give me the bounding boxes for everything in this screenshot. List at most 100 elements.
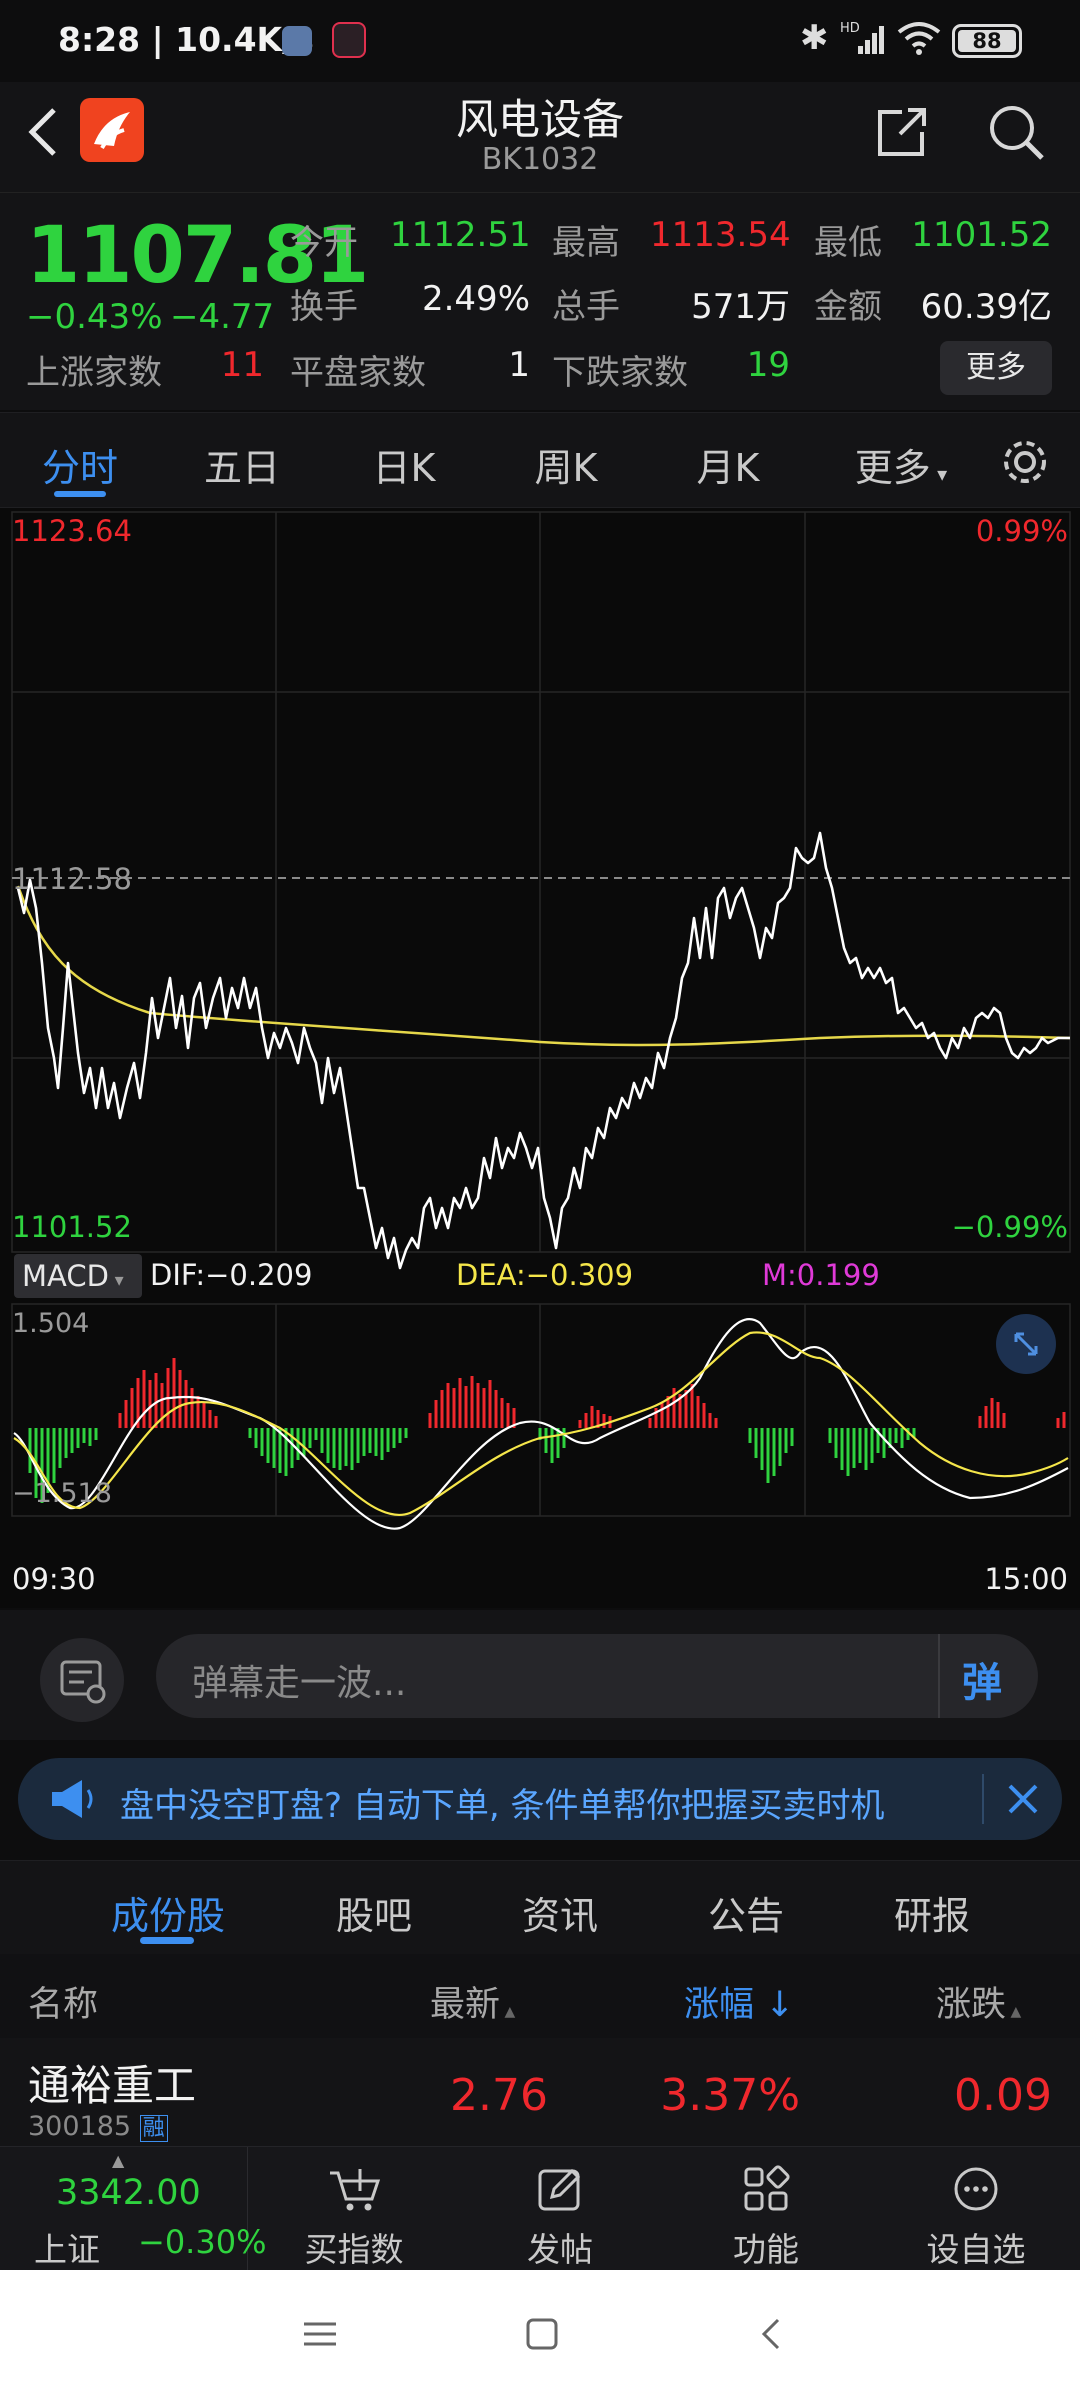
danmaku-placeholder: 弹幕走一波...: [192, 1663, 407, 1704]
sort-icon: ▲: [1006, 2004, 1022, 2020]
stock-change-pct: 3.37%: [660, 2070, 800, 2121]
dropdown-arrow-icon: ▾: [930, 462, 948, 486]
tab-more[interactable]: 更多 ▾: [826, 437, 976, 492]
promo-banner[interactable]: 盘中没空盯盘? 自动下单, 条件单帮你把握买卖时机: [18, 1758, 1062, 1840]
danmaku-list-icon[interactable]: [40, 1638, 124, 1722]
status-bar: 8:28 | 10.4K/s ✱ HD 88: [0, 0, 1080, 82]
more-button[interactable]: 更多: [940, 341, 1052, 395]
col-change-pct[interactable]: 涨幅 ↓: [684, 1976, 794, 2027]
price-max-label: 1123.64: [12, 514, 132, 548]
add-watchlist-button[interactable]: 设自选: [906, 2165, 1046, 2271]
battery-icon: 88: [952, 24, 1022, 58]
danmaku-bar: 弹幕走一波... 弹: [0, 1610, 1080, 1740]
back-nav-icon[interactable]: [752, 2314, 792, 2358]
bluetooth-icon: ✱: [800, 18, 829, 58]
m-value: M:0.199: [762, 1258, 880, 1292]
svg-text:HD: HD: [840, 21, 860, 36]
tab-announcements[interactable]: 公告: [666, 1885, 826, 1940]
bottom-bar: ▲ 3342.00 上证 −0.30% 买指数 发帖 功能 设自选: [0, 2146, 1080, 2271]
edit-icon: [538, 2168, 581, 2211]
change-amount: −4.77: [170, 297, 275, 337]
up-count-label: 上涨家数: [26, 353, 162, 393]
post-label: 发帖: [527, 2230, 593, 2269]
pct-max-label: 0.99%: [975, 514, 1068, 548]
time-start-label: 09:30: [12, 1562, 96, 1596]
down-count-value: 19: [746, 345, 790, 385]
divider: [982, 1774, 984, 1824]
tab-intraday[interactable]: 分时: [10, 437, 150, 492]
table-header: 名称 最新 ▲ 涨幅 ↓ 涨跌 ▲: [0, 1954, 1080, 2038]
index-ticker[interactable]: ▲ 3342.00 上证 −0.30%: [0, 2147, 266, 2271]
tab-news[interactable]: 资讯: [480, 1885, 640, 1940]
quote-panel: 1107.81 −0.43% −4.77 今开 1112.51 最高 1113.…: [0, 192, 1080, 410]
low-value: 1101.52: [911, 215, 1052, 255]
tiktok-notification-icon: [332, 22, 366, 58]
open-value: 1112.51: [390, 215, 531, 255]
macd-histogram: [28, 1358, 1066, 1503]
menu-icon[interactable]: [300, 2314, 340, 2358]
table-row[interactable]: 通裕重工 300185 融 2.76 3.37% 0.09: [0, 2038, 1080, 2146]
tab-weekly-k[interactable]: 周K: [496, 437, 636, 492]
functions-button[interactable]: 功能: [696, 2165, 836, 2271]
close-icon[interactable]: [1002, 1778, 1044, 1824]
macd-grid: [11, 1303, 1071, 1517]
flat-count-value: 1: [508, 345, 530, 385]
index-name: 上证: [34, 2230, 100, 2269]
turnover-label: 换手: [290, 287, 358, 327]
tab-monthly-k[interactable]: 月K: [658, 437, 798, 492]
tab-daily-k[interactable]: 日K: [334, 437, 474, 492]
expand-icon[interactable]: [996, 1314, 1056, 1374]
banner-text: 盘中没空盯盘? 自动下单, 条件单帮你把握买卖时机: [120, 1786, 885, 1826]
tab-forum[interactable]: 股吧: [294, 1885, 454, 1940]
macd-max-label: 1.504: [12, 1308, 90, 1339]
post-button[interactable]: 发帖: [490, 2165, 630, 2271]
price-min-label: 1101.52: [12, 1210, 132, 1244]
buy-index-button[interactable]: 买指数: [284, 2165, 424, 2271]
sort-icon: ▲: [500, 2004, 516, 2020]
wifi-icon: [896, 20, 942, 60]
status-time: 8:28 | 10.4K/s: [58, 20, 314, 59]
tab-five-day[interactable]: 五日: [172, 437, 312, 492]
share-icon[interactable]: [872, 102, 932, 166]
low-label: 最低: [814, 223, 882, 263]
search-icon[interactable]: [984, 100, 1048, 168]
tab-research[interactable]: 研报: [852, 1885, 1012, 1940]
price-line: [16, 831, 1070, 1270]
danmaku-input[interactable]: 弹幕走一波... 弹: [156, 1634, 1038, 1718]
cart-icon: [330, 2169, 381, 2211]
pct-min-label: −0.99%: [951, 1210, 1068, 1244]
dropdown-arrow-icon: ▾: [108, 1270, 124, 1291]
add-watchlist-label: 设自选: [926, 2230, 1026, 2269]
price-grid: [11, 511, 1071, 1253]
up-count-value: 11: [220, 345, 264, 385]
danmaku-send-button[interactable]: 弹: [962, 1650, 1002, 1708]
settings-gear-icon[interactable]: [996, 433, 1054, 495]
grid-icon: [744, 2165, 790, 2211]
divider: [938, 1634, 940, 1718]
stock-latest: 2.76: [450, 2070, 548, 2121]
period-tabs: 分时 五日 日K 周K 月K 更多 ▾: [0, 412, 1080, 508]
macd-selector[interactable]: MACD ▾: [14, 1254, 142, 1298]
tab-constituents[interactable]: 成份股: [88, 1885, 248, 1940]
prev-close-label: 1112.58: [12, 862, 132, 896]
high-label: 最高: [552, 223, 620, 263]
change-percent: −0.43%: [26, 297, 163, 337]
amount-value: 60.39亿: [920, 287, 1052, 327]
amount-label: 金额: [814, 287, 882, 327]
open-label: 今开: [290, 223, 358, 263]
down-count-label: 下跌家数: [552, 353, 688, 393]
home-icon[interactable]: [522, 2314, 562, 2358]
stock-code: 300185 融: [28, 2110, 168, 2142]
top-bar: 风电设备 BK1032: [0, 82, 1080, 192]
dif-value: DIF:−0.209: [150, 1258, 313, 1292]
index-change: −0.30%: [138, 2223, 267, 2261]
macd-min-label: −1.518: [12, 1478, 112, 1509]
col-change[interactable]: 涨跌 ▲: [936, 1976, 1021, 2027]
col-latest[interactable]: 最新 ▲: [430, 1976, 515, 2027]
turnover-value: 2.49%: [421, 279, 530, 319]
high-value: 1113.54: [650, 215, 791, 255]
flat-count-label: 平盘家数: [290, 353, 426, 393]
intraday-chart[interactable]: 1123.64 0.99% 1112.58 1101.52 −0.99% MAC…: [0, 508, 1080, 1608]
col-name: 名称: [28, 1985, 99, 2025]
megaphone-icon: [46, 1776, 96, 1826]
